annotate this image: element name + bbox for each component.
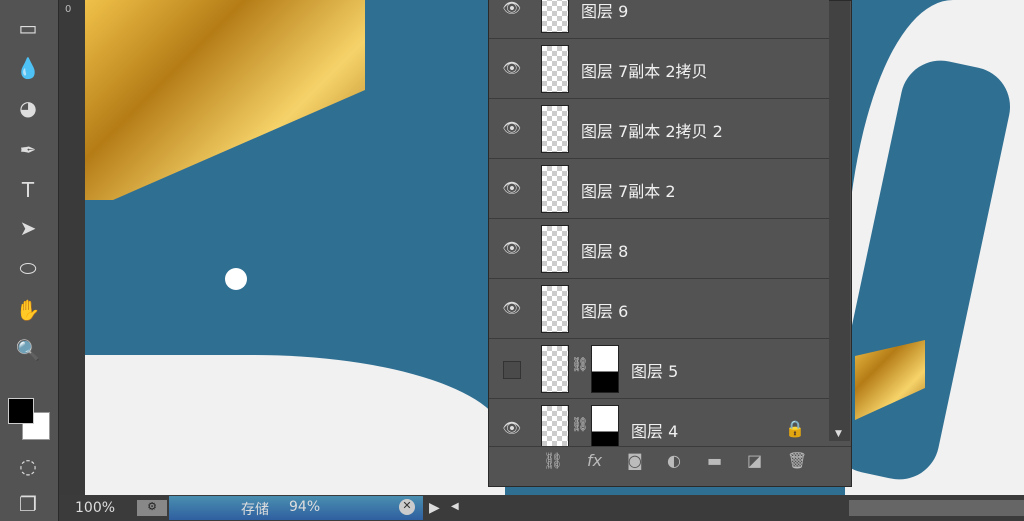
zoom-icon[interactable]: 🔍	[8, 336, 48, 364]
dodge-icon[interactable]: ◕	[8, 94, 48, 122]
toolbar: ▭ 💧 ◕ ✒ T ➤ ⬭ ✋ 🔍 ◌ ❐	[0, 0, 59, 521]
layers-footer: ⛓ fx ◙ ◐ ▬ ◪ 🗑	[489, 446, 851, 477]
eye-icon[interactable]: 👁	[501, 299, 523, 317]
layer-row[interactable]: 👁 图层 7副本 2	[489, 159, 829, 219]
layer-thumbnail	[541, 45, 569, 93]
layer-name: 图层 5	[631, 362, 679, 381]
layer-row[interactable]: 👁 图层 6	[489, 279, 829, 339]
blur-drop-icon[interactable]: 💧	[8, 54, 48, 82]
cancel-icon[interactable]: ✕	[399, 499, 415, 515]
ellipse-icon[interactable]: ⬭	[8, 254, 48, 282]
zoom-level[interactable]: 100%	[75, 500, 115, 516]
layer-thumbnail	[541, 105, 569, 153]
play-icon[interactable]: ▶	[429, 500, 440, 516]
eye-icon[interactable]: 👁	[501, 179, 523, 197]
folder-icon[interactable]: ▬	[707, 451, 722, 470]
eye-icon[interactable]: 👁	[501, 419, 523, 437]
type-icon[interactable]: T	[8, 176, 48, 204]
layer-row[interactable]: 👁 图层 9	[489, 0, 829, 39]
layers-scrollbar[interactable]: ▼	[829, 1, 850, 441]
layer-row[interactable]: 👁 图层 8	[489, 219, 829, 279]
vertical-ruler: 0	[59, 0, 85, 495]
scroll-left-icon[interactable]: ◀	[451, 501, 459, 512]
layer-name: 图层 8	[581, 242, 629, 261]
layer-name: 图层 9	[581, 2, 629, 21]
screen-mode-icon[interactable]: ❐	[8, 490, 48, 518]
layers-panel: 👁 图层 9 👁 图层 7副本 2拷贝 👁 图层 7副本 2拷贝 2 👁 图层 7副本 2 👁 图…	[488, 0, 852, 487]
trash-icon[interactable]: 🗑	[787, 451, 807, 470]
progress-bar: 存储 94%	[169, 496, 423, 520]
chain-link-icon[interactable]: ⛓	[571, 357, 589, 373]
status-bar: 100% ⚙ 存储 94% ✕ ▶ ◀	[59, 495, 1024, 521]
eye-icon[interactable]: 👁	[501, 59, 523, 77]
eye-icon[interactable]: 👁	[501, 239, 523, 257]
layer-thumbnail	[541, 285, 569, 333]
layer-mask-thumbnail[interactable]	[591, 345, 619, 393]
path-selection-icon[interactable]: ➤	[8, 214, 48, 242]
layer-name: 图层 7副本 2拷贝	[581, 62, 708, 81]
pen-icon[interactable]: ✒	[8, 136, 48, 164]
layer-thumbnail	[541, 345, 569, 393]
layer-name: 图层 4	[631, 422, 679, 441]
layer-thumbnail	[541, 0, 569, 33]
chain-link-icon[interactable]: ⛓	[571, 417, 589, 433]
lock-icon: 🔒	[785, 419, 805, 438]
layer-row[interactable]: 👁 图层 7副本 2拷贝 2	[489, 99, 829, 159]
eye-icon[interactable]: 👁	[501, 119, 523, 137]
layer-row[interactable]: ⛓ 图层 5	[489, 339, 829, 399]
hand-icon[interactable]: ✋	[8, 296, 48, 324]
fx-icon[interactable]: fx	[587, 451, 602, 470]
visibility-toggle[interactable]	[503, 361, 521, 379]
layer-name: 图层 7副本 2拷贝 2	[581, 122, 723, 141]
eye-icon[interactable]: 👁	[501, 0, 523, 17]
horizontal-scrollbar[interactable]	[849, 500, 1024, 516]
mask-icon[interactable]: ◙	[627, 451, 643, 470]
layer-name: 图层 7副本 2	[581, 182, 676, 201]
quick-mask-icon[interactable]: ◌	[8, 452, 48, 480]
link-icon[interactable]: ⛓	[543, 451, 563, 470]
settings-icon[interactable]: ⚙	[137, 500, 167, 516]
layer-thumbnail	[541, 165, 569, 213]
layer-row[interactable]: 👁 图层 7副本 2拷贝	[489, 39, 829, 99]
rectangle-marquee-icon[interactable]: ▭	[8, 14, 48, 42]
layer-name: 图层 6	[581, 302, 629, 321]
layer-thumbnail	[541, 225, 569, 273]
new-layer-icon[interactable]: ◪	[747, 451, 762, 470]
adjustment-icon[interactable]: ◐	[667, 451, 681, 470]
